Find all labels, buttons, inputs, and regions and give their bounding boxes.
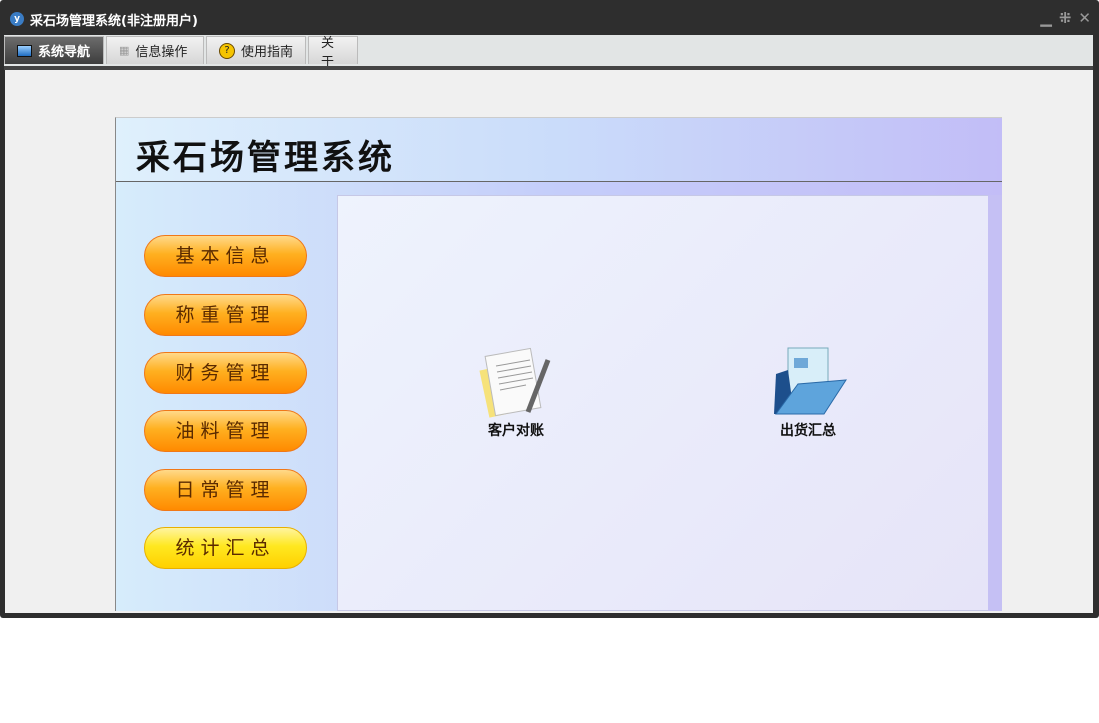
monitor-icon	[17, 44, 32, 57]
window-title: 采石场管理系统(非注册用户)	[30, 13, 198, 29]
function-area: 客户对账 出货汇总	[337, 195, 990, 611]
title-bar: y 采石场管理系统(非注册用户)	[10, 9, 198, 29]
restore-icon[interactable]: ⁜	[1059, 9, 1072, 27]
nav-basic-info[interactable]: 基本信息	[144, 235, 307, 277]
customer-reconcile-item[interactable]: 客户对账	[476, 344, 556, 440]
close-icon[interactable]: ✕	[1078, 9, 1091, 27]
help-icon: ?	[219, 42, 235, 59]
item-label: 客户对账	[488, 423, 544, 439]
app-header: 采石场管理系统	[116, 118, 1002, 182]
tab-system-nav[interactable]: 系统导航	[4, 36, 104, 64]
tab-label: 系统导航	[38, 45, 91, 60]
app-title: 采石场管理系统	[136, 138, 395, 178]
tab-label: 使用指南	[241, 45, 294, 60]
main-panel: 采石场管理系统 基本信息 称重管理 财务管理 油料管理 日常管理 统计汇总 客户…	[115, 117, 1002, 611]
tab-label: 信息操作	[135, 45, 188, 60]
tab-about[interactable]: 关于	[308, 36, 358, 70]
nav-finance[interactable]: 财务管理	[144, 352, 307, 394]
nav-statistics[interactable]: 统计汇总	[144, 527, 307, 569]
nav-fuel[interactable]: 油料管理	[144, 410, 307, 452]
folder-document-icon	[774, 347, 847, 415]
tab-label: 关于	[321, 35, 335, 70]
document-pen-icon	[479, 347, 551, 418]
tab-user-guide[interactable]: ? 使用指南	[206, 36, 306, 64]
app-logo-icon: y	[10, 12, 24, 26]
scrollbar[interactable]	[988, 195, 1002, 611]
tab-info-ops[interactable]: ▦ 信息操作	[106, 36, 204, 64]
shipment-summary-item[interactable]: 出货汇总	[768, 344, 848, 440]
item-label: 出货汇总	[780, 423, 836, 439]
grid-icon: ▦	[119, 44, 130, 57]
nav-daily[interactable]: 日常管理	[144, 469, 307, 511]
nav-weighing[interactable]: 称重管理	[144, 294, 307, 336]
tab-bar: 系统导航 ▦ 信息操作 ? 使用指南 关于	[4, 35, 1093, 70]
minimize-icon[interactable]: ▁	[1040, 9, 1052, 27]
